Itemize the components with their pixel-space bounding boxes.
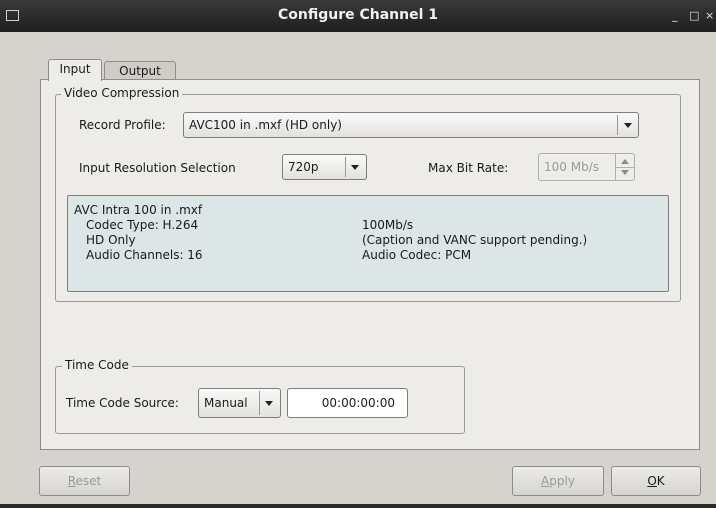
max-bit-rate-value: 100 Mb/s xyxy=(544,160,599,174)
timecode-input[interactable]: 00:00:00:00 xyxy=(287,388,408,418)
input-resolution-label: Input Resolution Selection xyxy=(79,161,236,175)
info-hd-only: HD Only xyxy=(86,233,136,247)
reset-button[interactable]: Reset xyxy=(39,466,130,496)
spin-buttons xyxy=(615,154,634,180)
info-audio-channels: Audio Channels: 16 xyxy=(86,248,203,262)
spin-down-icon[interactable] xyxy=(621,170,629,175)
timecode-value: 00:00:00:00 xyxy=(321,396,395,410)
ok-mnemonic: O xyxy=(647,474,657,488)
title-bar[interactable]: Configure Channel 1 _ □ × xyxy=(0,0,716,32)
input-resolution-value: 720p xyxy=(288,160,319,174)
maximize-button[interactable]: □ xyxy=(689,9,699,22)
ok-label-rest: K xyxy=(656,474,665,488)
reset-label-rest: eset xyxy=(75,474,102,488)
apply-label-rest: pply xyxy=(549,474,575,488)
time-code-source-select[interactable]: Manual xyxy=(198,388,281,418)
info-title: AVC Intra 100 in .mxf xyxy=(74,203,203,217)
reset-mnemonic: R xyxy=(67,474,76,488)
time-code-legend: Time Code xyxy=(62,358,132,372)
info-codec-type: Codec Type: H.264 xyxy=(86,218,199,232)
info-bitrate: 100Mb/s xyxy=(362,218,414,232)
record-profile-value: AVC100 in .mxf (HD only) xyxy=(189,118,342,132)
window-frame-bottom xyxy=(0,504,716,508)
spin-divider xyxy=(616,167,634,168)
info-audio-codec: Audio Codec: PCM xyxy=(362,248,472,262)
video-compression-legend: Video Compression xyxy=(61,86,183,100)
chevron-down-icon xyxy=(265,401,273,406)
max-bit-rate-spinbox[interactable]: 100 Mb/s xyxy=(538,153,635,181)
window-title: Configure Channel 1 xyxy=(277,7,439,23)
input-resolution-select[interactable]: 720p xyxy=(282,154,367,180)
combo-separator xyxy=(259,391,260,415)
profile-info-box: AVC Intra 100 in .mxf Codec Type: H.264 … xyxy=(67,195,669,292)
time-code-source-value: Manual xyxy=(204,396,248,410)
chevron-down-icon xyxy=(624,123,632,128)
apply-button[interactable]: Apply xyxy=(512,466,604,496)
max-bit-rate-label: Max Bit Rate: xyxy=(428,161,509,175)
record-profile-label: Record Profile: xyxy=(79,118,166,132)
combo-separator xyxy=(345,157,346,177)
info-caption-note: (Caption and VANC support pending.) xyxy=(362,233,588,247)
combo-separator xyxy=(617,115,618,135)
minimize-button[interactable]: _ xyxy=(672,9,678,22)
chevron-down-icon xyxy=(351,165,359,170)
ok-button[interactable]: OK xyxy=(611,466,701,496)
record-profile-select[interactable]: AVC100 in .mxf (HD only) xyxy=(183,112,639,138)
spin-up-icon[interactable] xyxy=(621,159,629,164)
tab-input[interactable]: Input xyxy=(48,59,102,81)
close-button[interactable]: × xyxy=(705,9,714,22)
time-code-source-label: Time Code Source: xyxy=(66,396,179,410)
